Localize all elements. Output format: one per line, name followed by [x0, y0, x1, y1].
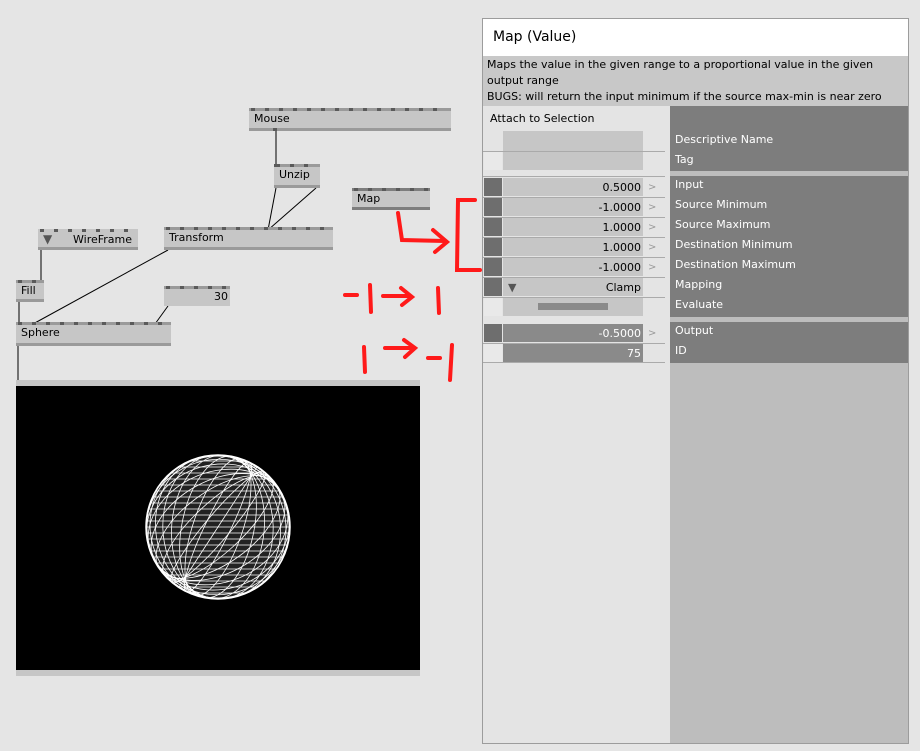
inspector-description: Maps the value in the given range to a p… — [483, 56, 908, 106]
id-label: ID — [675, 344, 687, 357]
destination-maximum-arrow-icon[interactable]: > — [648, 258, 660, 276]
description-line: output range — [487, 74, 559, 87]
mapping-pin[interactable] — [484, 278, 502, 296]
id-field: 75 — [503, 344, 643, 362]
inspector-title-bar: Map (Value) — [483, 19, 908, 56]
mapping-value: Clamp — [605, 281, 641, 294]
chevron-down-icon: ▼ — [508, 281, 517, 294]
mapping-dropdown[interactable]: ▼ Clamp — [503, 278, 643, 296]
destination-minimum-arrow-icon[interactable]: > — [648, 238, 660, 256]
output-pin[interactable] — [484, 324, 502, 342]
source-minimum-pin[interactable] — [484, 198, 502, 216]
tag-pin — [484, 152, 502, 170]
source-maximum-arrow-icon[interactable]: > — [648, 218, 660, 236]
id-pin — [484, 344, 502, 362]
destination-maximum-field[interactable]: -1.0000 — [503, 258, 643, 276]
source-maximum-field[interactable]: 1.0000 — [503, 218, 643, 236]
input-field[interactable]: 0.5000 — [503, 178, 643, 196]
output-label: Output — [675, 324, 714, 337]
tag-field[interactable] — [503, 152, 643, 170]
inspector-panel: Map (Value) Maps the value in the given … — [482, 18, 909, 744]
input-label: Input — [675, 178, 704, 191]
evaluate-bar — [538, 303, 608, 310]
input-pin[interactable] — [484, 178, 502, 196]
input-arrow-icon[interactable]: > — [648, 178, 660, 196]
evaluate-pin — [484, 298, 502, 316]
source-maximum-pin[interactable] — [484, 218, 502, 236]
output-field: -0.5000 — [503, 324, 643, 342]
descriptive-name-label: Descriptive Name — [675, 133, 774, 146]
destination-minimum-label: Destination Minimum — [675, 238, 793, 251]
separator — [670, 171, 908, 176]
source-minimum-field[interactable]: -1.0000 — [503, 198, 643, 216]
destination-maximum-label: Destination Maximum — [675, 258, 796, 271]
output-arrow-icon: > — [648, 328, 657, 339]
destination-maximum-pin[interactable] — [484, 258, 502, 276]
evaluate-label: Evaluate — [675, 298, 724, 311]
description-line: BUGS: will return the input minimum if t… — [487, 90, 882, 103]
descriptive-name-field[interactable] — [503, 131, 643, 151]
mapping-label: Mapping — [675, 278, 723, 291]
inspector-title: Map (Value) — [493, 29, 577, 45]
destination-minimum-field[interactable]: 1.0000 — [503, 238, 643, 256]
destination-minimum-pin[interactable] — [484, 238, 502, 256]
attach-to-selection[interactable]: Attach to Selection — [490, 112, 594, 125]
evaluate-toggle[interactable] — [503, 298, 643, 316]
source-maximum-label: Source Maximum — [675, 218, 771, 231]
source-minimum-arrow-icon[interactable]: > — [648, 198, 660, 216]
description-line: Maps the value in the given range to a p… — [487, 58, 874, 71]
tag-label: Tag — [675, 153, 694, 166]
source-minimum-label: Source Minimum — [675, 198, 768, 211]
